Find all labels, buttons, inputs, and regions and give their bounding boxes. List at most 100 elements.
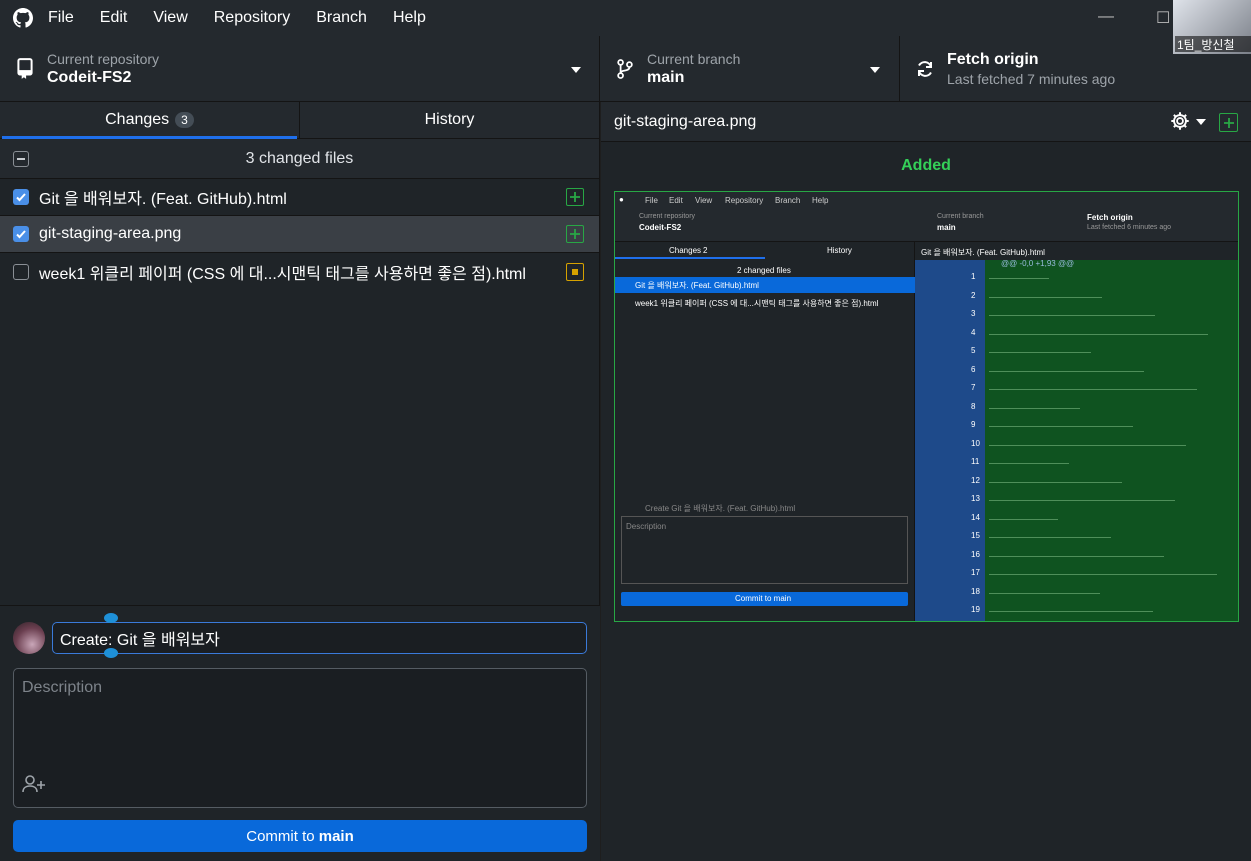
preview-line-number: 12 [971, 475, 980, 485]
tab-changes-label: Changes [105, 111, 170, 128]
preview-line-number: 2 [971, 290, 976, 300]
commit-button[interactable]: Commit to main [13, 820, 587, 852]
preview-branch-label: Current branch [937, 213, 984, 220]
preview-left-panel: Changes 2 History 2 changed files Git 을 … [615, 242, 915, 621]
changes-count-badge: 3 [175, 112, 194, 128]
diff-panel: git-staging-area.png Added ● File Edit V… [601, 102, 1251, 861]
preview-diff-panel: Git 을 배워보자. (Feat. GitHub).html @@ -0,0 … [915, 242, 1238, 621]
tab-changes[interactable]: Changes 3 [0, 102, 299, 139]
preview-line-number: 8 [971, 401, 976, 411]
preview-code-line [989, 592, 1100, 594]
preview-line-number: 3 [971, 309, 976, 318]
menu-help[interactable]: Help [393, 9, 426, 27]
preview-repo-name: Codeit-FS2 [639, 223, 682, 232]
preview-line-number: 13 [971, 494, 980, 503]
preview-commit-button: Commit to main [735, 594, 792, 603]
file-checkbox[interactable] [13, 263, 29, 280]
file-checkbox[interactable] [13, 226, 29, 242]
preview-code-line [989, 426, 1133, 427]
file-name: Git 을 배워보자. (Feat. GitHub).html [39, 191, 287, 208]
tab-history-label: History [424, 111, 475, 128]
left-panel: Changes 3 History 3 changed files Git 을 … [0, 102, 600, 861]
branch-selector[interactable]: Current branch main [600, 36, 900, 102]
modified-status-icon [566, 262, 584, 281]
preview-line-number: 7 [971, 383, 976, 392]
preview-description: Description [626, 522, 667, 531]
added-label: Added [901, 157, 951, 174]
preview-menu-repository: Repository [725, 196, 764, 205]
menu-branch[interactable]: Branch [316, 9, 367, 27]
text-selection-handle[interactable] [104, 613, 118, 623]
menu-edit[interactable]: Edit [100, 9, 128, 27]
preview-line-number: 5 [971, 346, 976, 355]
preview-menu-help: Help [812, 196, 829, 205]
preview-menu-edit: Edit [669, 196, 683, 205]
preview-code-line [989, 407, 1080, 409]
repo-label: Current repository [47, 51, 160, 67]
changed-files-count: 3 changed files [245, 149, 354, 167]
preview-menu-view: View [695, 196, 713, 205]
preview-code-line [989, 333, 1208, 335]
preview-toolbar: Current repository Codeit-FS2 Current br… [615, 209, 1238, 242]
menu-file[interactable]: File [48, 9, 74, 27]
file-row[interactable]: git-staging-area.png [0, 216, 599, 253]
fetch-origin-button[interactable]: Fetch origin Last fetched 7 minutes ago [900, 36, 1170, 102]
diff-header: git-staging-area.png [601, 102, 1251, 142]
menu-view[interactable]: View [153, 9, 187, 27]
chevron-down-icon [870, 67, 880, 73]
preview-code-line [989, 481, 1122, 483]
preview-changed-header: 2 changed files [737, 266, 791, 275]
maximize-button[interactable]: ☐ [1156, 8, 1170, 28]
repo-name: Codeit-FS2 [47, 69, 132, 86]
preview-code-line [989, 537, 1111, 538]
text-selection-handle[interactable] [104, 648, 118, 658]
commit-button-prefix: Commit to [246, 827, 319, 845]
preview-line-number: 9 [971, 420, 976, 429]
preview-code-line [989, 574, 1217, 575]
preview-title-bar: ● File Edit View Repository Branch Help [615, 192, 1238, 209]
preview-line-number: 17 [971, 568, 980, 577]
avatar [13, 622, 45, 654]
preview-code-line [989, 500, 1175, 501]
chevron-down-icon[interactable] [1196, 119, 1206, 125]
file-row[interactable]: Git 을 배워보자. (Feat. GitHub).html [0, 179, 599, 216]
toolbar: Current repository Codeit-FS2 Current br… [0, 36, 1251, 102]
preview-tab-changes: Changes [669, 246, 702, 255]
added-status-icon [566, 225, 584, 243]
branch-name: main [647, 69, 685, 86]
tab-history[interactable]: History [299, 102, 599, 138]
preview-diff-lines: @@ -0,0 +1,93 @@ 1 2 3 4 5 6 7 8 9 10 11 12 13 14 15 16… [915, 259, 1238, 621]
file-checkbox[interactable] [13, 189, 29, 205]
preview-line-number: 18 [971, 586, 980, 596]
webcam-label: 1팀_방신철 [1175, 36, 1251, 52]
preview-code-line [989, 611, 1153, 612]
gear-icon[interactable] [1169, 110, 1191, 135]
chevron-down-icon [571, 67, 581, 73]
file-row[interactable]: week1 위클리 페이퍼 (CSS 에 대...시맨틱 태그를 사용하면 좋은… [0, 253, 599, 290]
preview-repo-label: Current repository [639, 213, 696, 220]
add-coauthor-icon[interactable] [22, 774, 46, 797]
changed-files-header: 3 changed files [0, 139, 599, 179]
preview-code-line [989, 296, 1102, 298]
preview-code-line [989, 555, 1164, 557]
preview-code-line [989, 370, 1144, 372]
description-placeholder: Description [22, 679, 103, 696]
repository-selector[interactable]: Current repository Codeit-FS2 [0, 36, 600, 102]
fetch-title: Fetch origin [947, 51, 1039, 68]
preview-code-line [989, 278, 1049, 279]
preview-line-number: 19 [971, 605, 980, 614]
file-name: week1 위클리 페이퍼 (CSS 에 대...시맨틱 태그를 사용하면 좋은… [39, 265, 526, 283]
preview-line-number: 15 [971, 531, 980, 540]
menu-repository[interactable]: Repository [214, 9, 290, 27]
commit-summary-input[interactable] [52, 622, 587, 654]
branch-icon [614, 58, 636, 80]
minimize-button[interactable]: — [1098, 8, 1114, 26]
preview-branch-name: main [937, 223, 956, 232]
diff-file-title: git-staging-area.png [614, 112, 757, 130]
preview-line-number: 14 [971, 512, 980, 522]
preview-line-number: 11 [971, 457, 980, 466]
sync-icon [914, 59, 936, 79]
commit-description-field[interactable]: Description [13, 668, 587, 808]
preview-menu-file: File [645, 196, 658, 205]
preview-tab-changes-count: 2 [703, 246, 708, 255]
